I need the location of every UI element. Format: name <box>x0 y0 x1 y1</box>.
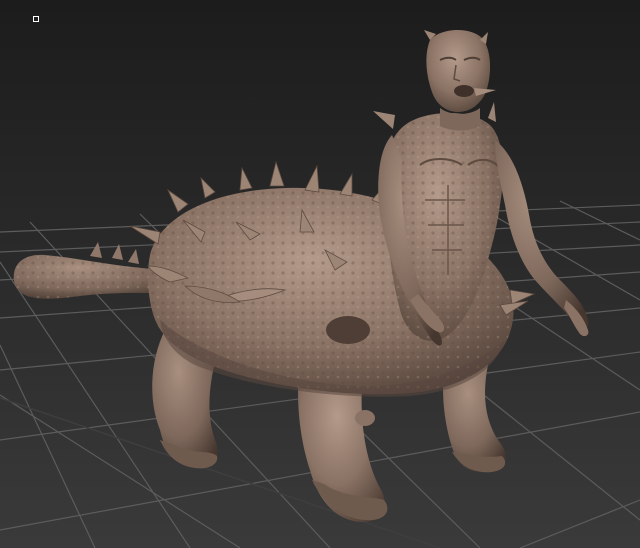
viewport-canvas <box>0 0 640 548</box>
small-square-icon <box>33 16 39 22</box>
creature-shell-plate <box>326 316 370 344</box>
3d-viewport[interactable] <box>0 0 640 548</box>
